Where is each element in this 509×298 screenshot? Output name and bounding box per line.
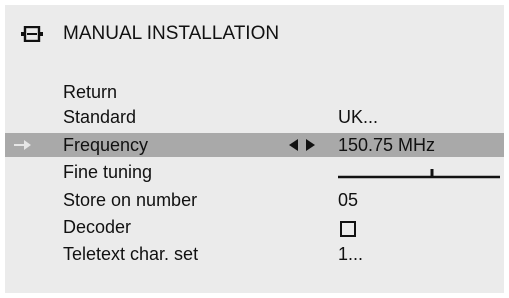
arrow-right-icon bbox=[14, 140, 31, 150]
frequency-value: 150.75 MHz bbox=[338, 135, 436, 155]
teletext-char-set-value: 1... bbox=[338, 244, 364, 264]
left-right-arrows-icon[interactable] bbox=[289, 139, 315, 151]
menu-item-label: Fine tuning bbox=[63, 162, 153, 182]
menu-title: MANUAL INSTALLATION bbox=[63, 23, 280, 44]
menu-item-decoder[interactable]: Decoder bbox=[5, 215, 504, 239]
store-number-value: 05 bbox=[338, 190, 359, 210]
decoder-checkbox[interactable] bbox=[340, 221, 356, 237]
standard-value: UK... bbox=[338, 107, 379, 127]
menu-item-label: Decoder bbox=[63, 217, 132, 237]
menu-item-label: Return bbox=[63, 82, 118, 102]
menu-item-return[interactable]: Return bbox=[5, 80, 504, 104]
installation-icon bbox=[21, 26, 43, 42]
menu-item-fine-tuning[interactable]: Fine tuning bbox=[5, 160, 504, 184]
menu-item-frequency[interactable]: Frequency 150.75 MHz bbox=[5, 133, 504, 157]
menu-item-standard[interactable]: Standard UK... bbox=[5, 105, 504, 129]
menu-item-label: Standard bbox=[63, 107, 137, 127]
fine-tuning-slider[interactable] bbox=[338, 166, 500, 180]
menu-item-teletext-char-set[interactable]: Teletext char. set 1... bbox=[5, 242, 504, 266]
menu-item-label: Store on number bbox=[63, 190, 198, 210]
menu-item-label: Frequency bbox=[63, 135, 149, 155]
menu-item-label: Teletext char. set bbox=[63, 244, 199, 264]
menu-item-store-on-number[interactable]: Store on number 05 bbox=[5, 188, 504, 212]
installation-menu: MANUAL INSTALLATION Return Standard UK..… bbox=[5, 5, 504, 293]
